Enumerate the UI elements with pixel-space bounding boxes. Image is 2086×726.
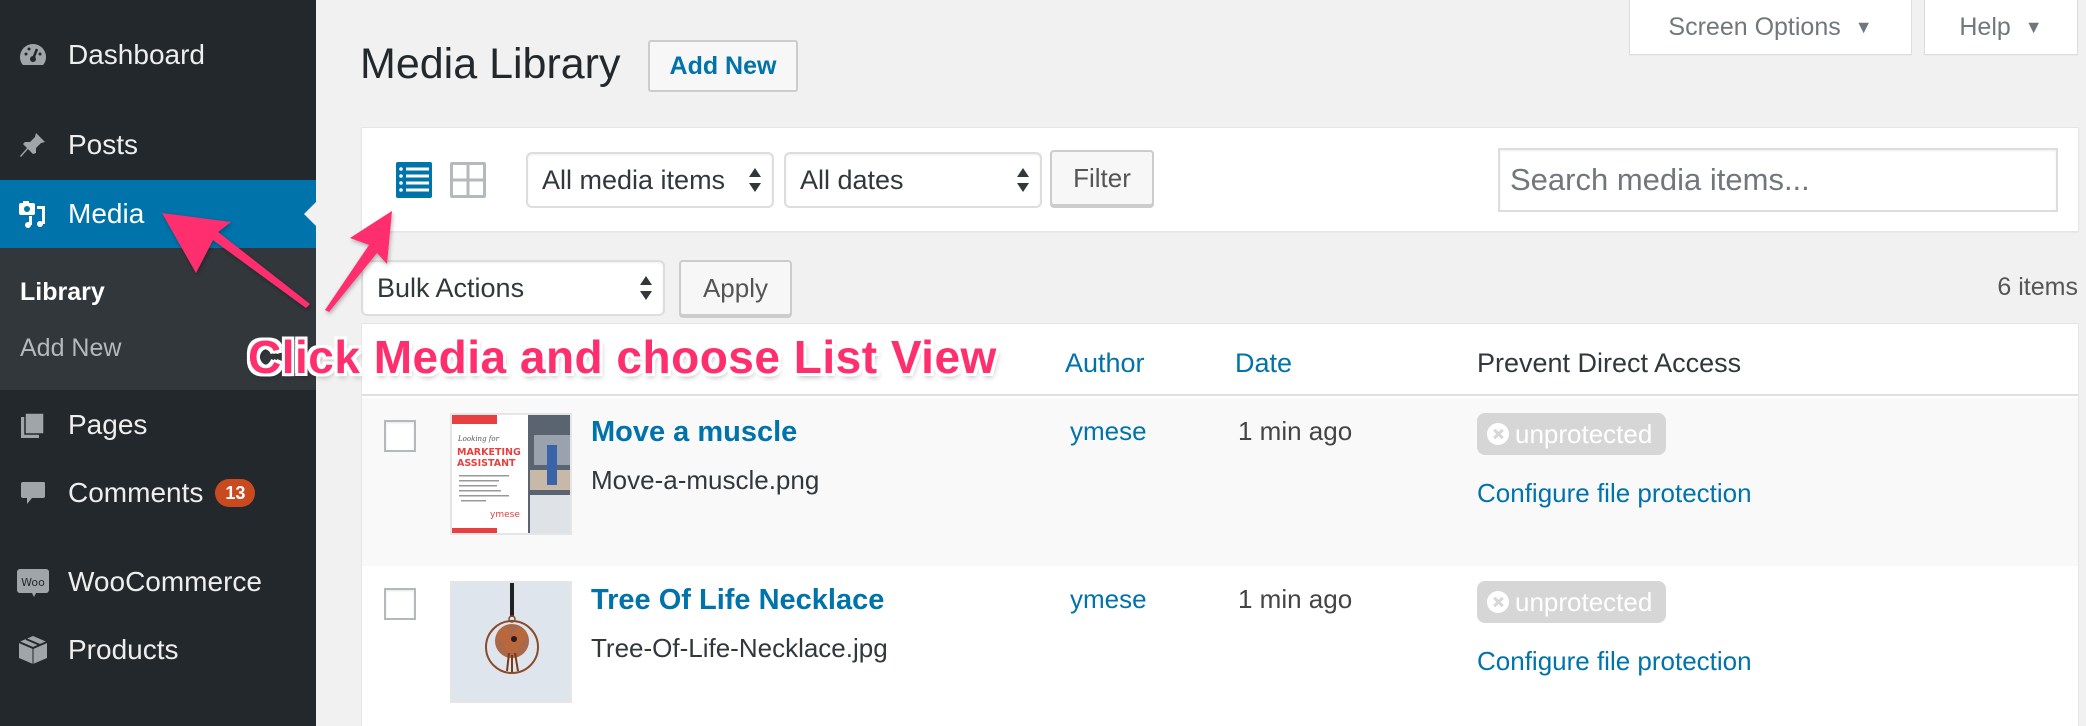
sidebar-item-dashboard[interactable]: Dashboard <box>0 22 316 88</box>
table-row: Tree Of Life Necklace Tree-Of-Life-Neckl… <box>362 566 2078 726</box>
media-icon <box>16 197 50 231</box>
comment-icon <box>16 476 50 510</box>
bulk-actions-select[interactable]: Bulk Actions <box>361 260 665 316</box>
configure-file-protection-link[interactable]: Configure file protection <box>1477 646 1752 677</box>
box-icon <box>16 633 50 667</box>
date-select[interactable]: All dates <box>784 152 1042 208</box>
screen-options-button[interactable]: Screen Options ▼ <box>1629 0 1912 55</box>
filter-button[interactable]: Filter <box>1050 150 1154 206</box>
grid-view-icon[interactable] <box>450 162 486 198</box>
status-badge: unprotected <box>1477 581 1667 623</box>
sidebar-item-woocommerce[interactable]: Woo WooCommerce <box>0 549 316 615</box>
date-select-value: All dates <box>800 164 904 195</box>
help-label: Help <box>1959 12 2011 41</box>
thumb-kicker: Looking for <box>457 435 500 443</box>
column-prevent-direct-access: Prevent Direct Access <box>1477 348 1742 378</box>
items-count: 6 items <box>1997 273 2078 301</box>
table-row: Looking for MARKETING ASSISTANT ymese Mo… <box>362 398 2078 566</box>
sidebar-item-media[interactable]: Media <box>0 180 316 248</box>
sidebar-item-label: Comments <box>68 477 204 508</box>
column-author[interactable]: Author <box>1065 348 1145 379</box>
submenu-add-new[interactable]: Add New <box>20 334 121 363</box>
x-circle-icon <box>1487 591 1509 613</box>
media-title-link[interactable]: Move a muscle <box>591 416 797 449</box>
search-media-input[interactable] <box>1498 148 2058 212</box>
add-new-button[interactable]: Add New <box>648 40 798 92</box>
media-filter-bar: All media items All dates Filter <box>361 127 2079 232</box>
media-thumbnail[interactable] <box>450 581 572 703</box>
annotation-instruction: Click Media and choose List View <box>248 331 997 383</box>
date-value: 1 min ago <box>1238 416 1353 446</box>
media-type-select[interactable]: All media items <box>526 152 774 208</box>
caret-down-icon: ▼ <box>1854 16 1873 37</box>
media-filename: Tree-Of-Life-Necklace.jpg <box>591 633 888 663</box>
sidebar-item-label: WooCommerce <box>68 566 262 597</box>
status-badge: unprotected <box>1477 413 1667 455</box>
submenu-library[interactable]: Library <box>20 278 105 307</box>
author-link[interactable]: ymese <box>1070 584 1147 615</box>
bulk-actions-value: Bulk Actions <box>377 272 525 303</box>
author-link[interactable]: ymese <box>1070 416 1147 447</box>
select-arrows-icon <box>1017 168 1029 192</box>
thumb-headline-2: ASSISTANT <box>457 458 516 469</box>
sidebar-item-comments[interactable]: Comments 13 <box>0 460 316 526</box>
comments-count-badge: 13 <box>215 479 256 507</box>
select-arrows-icon <box>640 276 652 300</box>
status-label: unprotected <box>1515 586 1653 617</box>
woocommerce-icon: Woo <box>16 565 50 599</box>
sidebar-item-posts[interactable]: Posts <box>0 112 316 178</box>
dashboard-icon <box>16 38 50 72</box>
media-title-link[interactable]: Tree Of Life Necklace <box>591 584 884 617</box>
column-date[interactable]: Date <box>1235 348 1292 379</box>
sidebar-item-products[interactable]: Products <box>0 617 316 683</box>
x-circle-icon <box>1487 423 1509 445</box>
row-checkbox[interactable] <box>384 420 416 452</box>
date-value: 1 min ago <box>1238 584 1353 614</box>
configure-file-protection-link[interactable]: Configure file protection <box>1477 478 1752 509</box>
sidebar-item-label: Dashboard <box>68 39 205 70</box>
apply-button[interactable]: Apply <box>679 260 792 316</box>
sidebar-item-label: Posts <box>68 129 139 160</box>
sidebar-item-label: Products <box>68 634 179 665</box>
screen-options-label: Screen Options <box>1668 12 1841 41</box>
sidebar-item-label: Pages <box>68 409 148 440</box>
thumb-headline-1: MARKETING <box>457 447 521 458</box>
status-label: unprotected <box>1515 418 1653 449</box>
sidebar-item-pages[interactable]: Pages <box>0 392 316 458</box>
media-type-value: All media items <box>542 164 726 195</box>
thumb-brand: ymese <box>490 510 520 520</box>
caret-down-icon: ▼ <box>2024 16 2043 37</box>
help-button[interactable]: Help ▼ <box>1924 0 2078 55</box>
sidebar-item-label: Media <box>68 198 145 229</box>
list-view-icon[interactable] <box>396 162 432 198</box>
media-thumbnail[interactable]: Looking for MARKETING ASSISTANT ymese <box>450 413 572 535</box>
row-checkbox[interactable] <box>384 588 416 620</box>
pin-icon <box>16 128 50 162</box>
svg-text:Woo: Woo <box>21 576 45 589</box>
select-arrows-icon <box>749 168 761 192</box>
pages-icon <box>16 408 50 442</box>
page-title: Media Library <box>360 40 621 88</box>
media-filename: Move-a-muscle.png <box>591 465 820 495</box>
